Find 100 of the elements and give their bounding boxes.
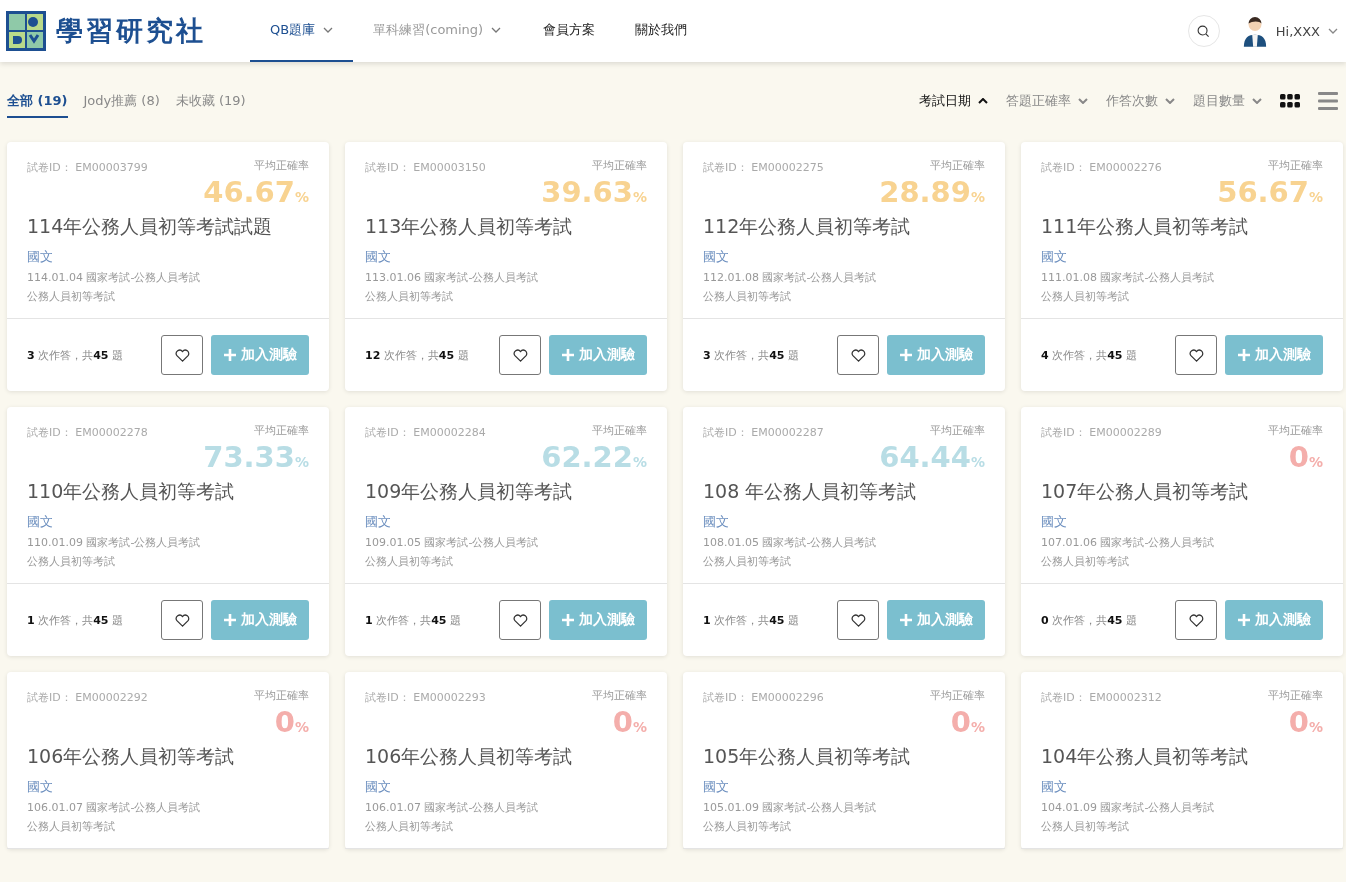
exam-info: 106.01.07 國家考試-公務人員考試 <box>27 800 202 815</box>
chevron-down-icon <box>1078 98 1088 104</box>
exam-title[interactable]: 113年公務人員初等考試 <box>365 214 647 240</box>
rate-label: 平均正確率 <box>930 423 985 438</box>
avatar-icon <box>1241 15 1268 47</box>
accuracy-rate: 56.67% <box>1217 175 1323 211</box>
favorite-button[interactable] <box>499 600 541 640</box>
plus-icon <box>899 348 913 362</box>
exam-title[interactable]: 109年公務人員初等考試 <box>365 479 647 505</box>
chevron-down-icon <box>1328 28 1338 34</box>
subject-link[interactable]: 國文 <box>365 513 647 531</box>
favorite-button[interactable] <box>161 335 203 375</box>
rate-label: 平均正確率 <box>592 158 647 173</box>
exam-id: 試卷ID： EM00002284 <box>365 425 486 440</box>
rate-label: 平均正確率 <box>1268 688 1323 703</box>
sort-option[interactable]: 題目數量 <box>1193 92 1262 110</box>
nav-tab[interactable]: 關於我們 <box>615 0 708 62</box>
accuracy-rate: 28.89% <box>879 175 985 211</box>
subject-link[interactable]: 國文 <box>1041 513 1323 531</box>
sort-option[interactable]: 答題正確率 <box>1006 92 1088 110</box>
add-to-test-button[interactable]: 加入測驗 <box>549 600 647 640</box>
subject-link[interactable]: 國文 <box>27 248 309 266</box>
exam-info: 104.01.09 國家考試-公務人員考試 <box>1041 800 1216 815</box>
subject-link[interactable]: 國文 <box>27 513 309 531</box>
heart-icon <box>512 613 528 627</box>
search-button[interactable] <box>1187 15 1220 47</box>
add-to-test-button[interactable]: 加入測驗 <box>549 335 647 375</box>
exam-category: 公務人員初等考試 <box>27 554 116 569</box>
plus-icon <box>561 348 575 362</box>
exam-title[interactable]: 108 年公務人員初等考試 <box>703 479 985 505</box>
exam-title[interactable]: 106年公務人員初等考試 <box>27 744 309 770</box>
add-to-test-button[interactable]: 加入測驗 <box>1225 600 1323 640</box>
favorite-button[interactable] <box>1175 600 1217 640</box>
exam-title[interactable]: 105年公務人員初等考試 <box>703 744 985 770</box>
list-view-button[interactable] <box>1318 92 1338 110</box>
grid-view-button[interactable] <box>1280 94 1300 108</box>
filter-tab[interactable]: 未收藏 (19) <box>175 84 246 118</box>
subject-link[interactable]: 國文 <box>365 248 647 266</box>
chevron-down-icon <box>1252 98 1262 104</box>
subject-link[interactable]: 國文 <box>1041 248 1323 266</box>
exam-title[interactable]: 114年公務人員初等考試試題 <box>27 214 309 240</box>
accuracy-rate: 62.22% <box>541 440 647 476</box>
subject-link[interactable]: 國文 <box>703 778 985 796</box>
plus-icon <box>1237 613 1251 627</box>
exam-category: 公務人員初等考試 <box>703 554 792 569</box>
add-to-test-button[interactable]: 加入測驗 <box>1225 335 1323 375</box>
add-to-test-button[interactable]: 加入測驗 <box>211 600 309 640</box>
exam-id: 試卷ID： EM00002296 <box>703 690 824 705</box>
filter-tab[interactable]: 全部 (19) <box>7 84 68 118</box>
chevron-down-icon <box>323 27 334 33</box>
add-to-test-button[interactable]: 加入測驗 <box>887 335 985 375</box>
exam-id: 試卷ID： EM00002287 <box>703 425 824 440</box>
plus-icon <box>223 348 237 362</box>
exam-info: 107.01.06 國家考試-公務人員考試 <box>1041 535 1216 550</box>
favorite-button[interactable] <box>1175 335 1217 375</box>
attempt-stats: 1 次作答，共45 題 <box>365 612 461 628</box>
exam-info: 110.01.09 國家考試-公務人員考試 <box>27 535 202 550</box>
accuracy-rate: 64.44% <box>879 440 985 476</box>
subject-link[interactable]: 國文 <box>27 778 309 796</box>
exam-id: 試卷ID： EM00003799 <box>27 160 148 175</box>
subject-link[interactable]: 國文 <box>703 248 985 266</box>
exam-title[interactable]: 110年公務人員初等考試 <box>27 479 309 505</box>
accuracy-rate: 0% <box>274 705 309 741</box>
user-menu[interactable]: Hi,XXX <box>1275 23 1338 39</box>
accuracy-rate: 0% <box>612 705 647 741</box>
favorite-button[interactable] <box>499 335 541 375</box>
exam-info: 111.01.08 國家考試-公務人員考試 <box>1041 270 1216 285</box>
nav-tab[interactable]: QB題庫 <box>250 0 354 62</box>
exam-title[interactable]: 106年公務人員初等考試 <box>365 744 647 770</box>
exam-info: 108.01.05 國家考試-公務人員考試 <box>703 535 878 550</box>
plus-icon <box>1237 348 1251 362</box>
subject-link[interactable]: 國文 <box>1041 778 1323 796</box>
logo-text[interactable]: 學習研究社 <box>56 13 206 49</box>
exam-title[interactable]: 104年公務人員初等考試 <box>1041 744 1323 770</box>
sort-option[interactable]: 作答次數 <box>1106 92 1175 110</box>
accuracy-rate: 0% <box>1288 440 1323 476</box>
sort-option[interactable]: 考試日期 <box>919 92 988 110</box>
filter-tab[interactable]: Jody推薦 (8) <box>83 84 160 118</box>
chevron-down-icon <box>1165 98 1175 104</box>
favorite-button[interactable] <box>837 335 879 375</box>
search-icon <box>1197 24 1211 38</box>
exam-info: 113.01.06 國家考試-公務人員考試 <box>365 270 540 285</box>
exam-title[interactable]: 107年公務人員初等考試 <box>1041 479 1323 505</box>
exam-category: 公務人員初等考試 <box>365 289 454 304</box>
favorite-button[interactable] <box>837 600 879 640</box>
nav-tab[interactable]: 會員方案 <box>521 0 616 62</box>
exam-category: 公務人員初等考試 <box>365 554 454 569</box>
exam-title[interactable]: 112年公務人員初等考試 <box>703 214 985 240</box>
attempt-stats: 1 次作答，共45 題 <box>27 612 123 628</box>
exam-id: 試卷ID： EM00002275 <box>703 160 824 175</box>
favorite-button[interactable] <box>161 600 203 640</box>
exam-info: 112.01.08 國家考試-公務人員考試 <box>703 270 878 285</box>
subject-link[interactable]: 國文 <box>703 513 985 531</box>
add-to-test-button[interactable]: 加入測驗 <box>211 335 309 375</box>
chevron-up-icon <box>978 98 988 104</box>
exam-id: 試卷ID： EM00002289 <box>1041 425 1162 440</box>
exam-category: 公務人員初等考試 <box>1041 819 1130 834</box>
exam-title[interactable]: 111年公務人員初等考試 <box>1041 214 1323 240</box>
add-to-test-button[interactable]: 加入測驗 <box>887 600 985 640</box>
subject-link[interactable]: 國文 <box>365 778 647 796</box>
